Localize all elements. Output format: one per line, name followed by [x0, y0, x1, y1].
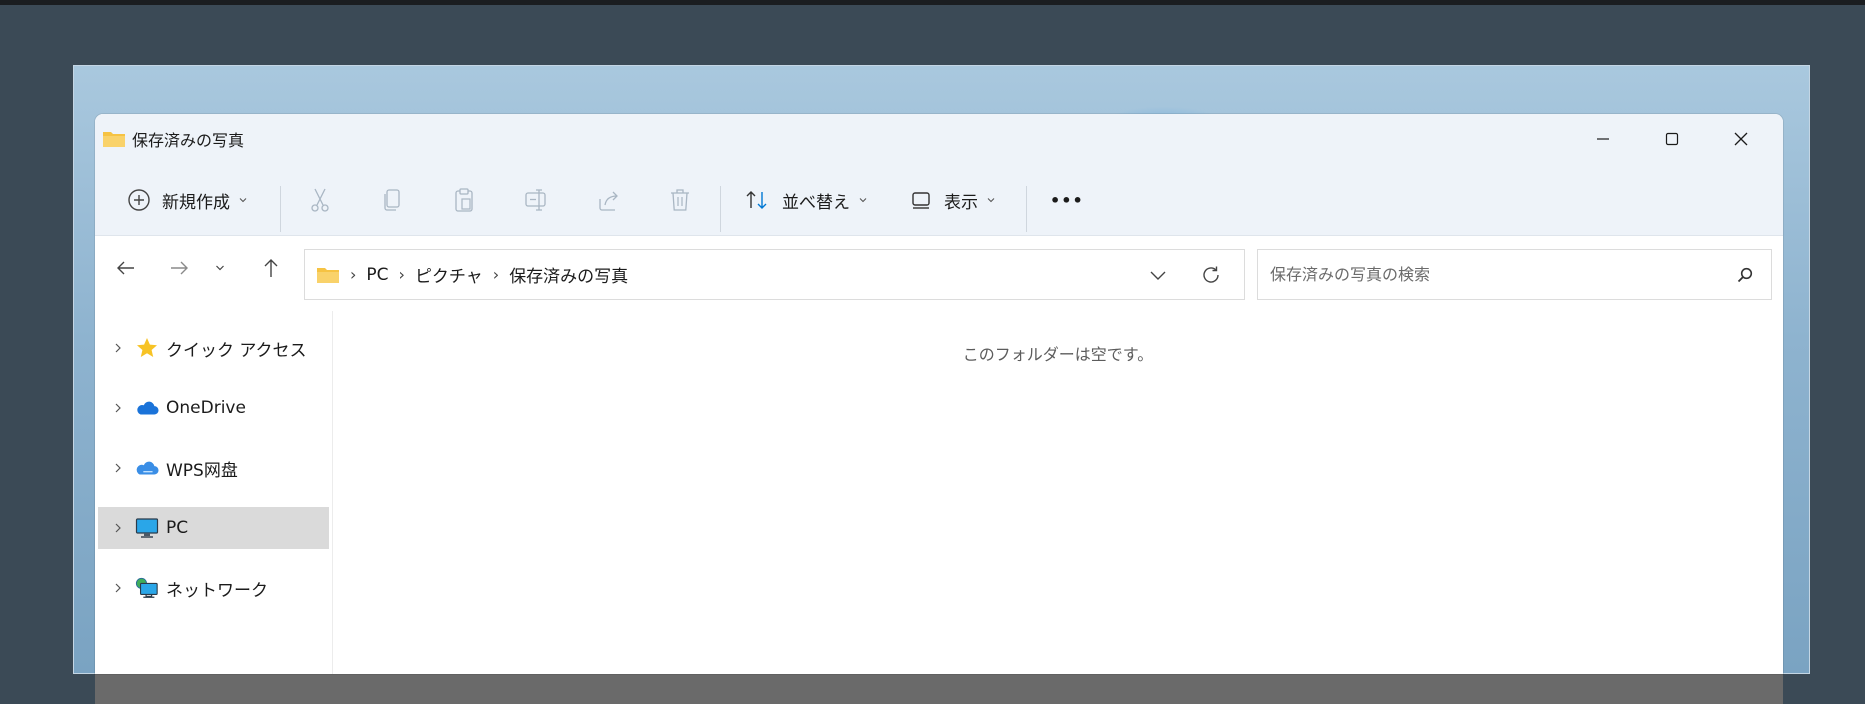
rename-icon [525, 189, 546, 211]
sidebar-item-label: PC [166, 518, 189, 538]
file-explorer-window: 保存済みの写真 新規作成 並べ替え 表示 ••• › PC › ピクチャ › 保… [95, 114, 1783, 674]
address-row: › PC › ピクチャ › 保存済みの写真 [95, 237, 1783, 300]
address-bar[interactable]: › PC › ピクチャ › 保存済みの写真 [304, 249, 1245, 300]
sort-button[interactable]: 並べ替え [744, 164, 868, 236]
sidebar-item-label: WPS网盘 [166, 460, 238, 481]
share-icon [599, 191, 618, 211]
chevron-down-icon [987, 198, 995, 203]
rename-button[interactable] [524, 164, 550, 236]
folder-icon [103, 132, 125, 147]
scissors-icon [311, 188, 329, 212]
delete-button[interactable] [668, 164, 692, 236]
chevron-right-icon[interactable] [110, 462, 126, 474]
sort-arrows-icon [746, 191, 767, 209]
share-button[interactable] [596, 164, 622, 236]
search-input[interactable] [1268, 264, 1712, 285]
breadcrumb-separator: › [398, 265, 405, 284]
chevron-right-icon[interactable] [110, 582, 126, 594]
sidebar-item-wps-cloud[interactable]: WPS网盘 [98, 447, 329, 489]
close-icon [1734, 132, 1748, 146]
arrow-right-icon [171, 261, 188, 275]
minimize-icon [1597, 138, 1609, 140]
star-icon [135, 336, 159, 360]
minimize-button[interactable] [1569, 114, 1637, 164]
sidebar-item-label: ネットワーク [166, 580, 268, 601]
up-button[interactable] [254, 237, 288, 299]
sidebar-item-label: OneDrive [166, 398, 246, 418]
address-history-button[interactable] [1141, 250, 1175, 299]
forward-button[interactable] [162, 237, 196, 299]
refresh-button[interactable] [1191, 250, 1231, 299]
breadcrumb-pc[interactable]: PC [366, 265, 388, 285]
copy-icon [384, 189, 400, 211]
clipboard-icon [455, 188, 473, 212]
view-button[interactable]: 表示 [910, 164, 996, 236]
chevron-down-icon [239, 198, 247, 203]
breadcrumb-separator: › [492, 265, 500, 284]
more-options-button[interactable]: ••• [1050, 164, 1084, 236]
sidebar-item-network[interactable]: ネットワーク [98, 567, 329, 609]
window-bottom-shadow [95, 674, 1783, 704]
new-button[interactable]: 新規作成 [127, 164, 248, 236]
paste-button[interactable] [452, 164, 476, 236]
trash-icon [671, 189, 689, 211]
plus-circle-icon [128, 189, 150, 211]
refresh-icon [1203, 266, 1219, 283]
cut-button[interactable] [308, 164, 332, 236]
maximize-icon [1665, 132, 1679, 146]
toolbar-divider [1026, 186, 1027, 232]
chevron-down-icon [1150, 271, 1166, 280]
sort-button-label: 並べ替え [782, 192, 850, 213]
arrow-up-icon [264, 259, 278, 277]
toolbar-divider [280, 186, 281, 232]
breadcrumb-saved-pictures[interactable]: 保存済みの写真 [509, 262, 628, 287]
breadcrumb-separator: › [350, 265, 357, 284]
toolbar-divider [720, 186, 721, 232]
search-box [1257, 249, 1772, 300]
chevron-right-icon[interactable] [110, 402, 126, 414]
close-button[interactable] [1707, 114, 1775, 164]
search-icon[interactable] [1736, 266, 1754, 284]
network-icon [135, 576, 159, 600]
sidebar-item-onedrive[interactable]: OneDrive [98, 387, 329, 429]
view-button-label: 表示 [944, 192, 978, 213]
more-options-icon: ••• [1050, 190, 1084, 210]
chevron-right-icon[interactable] [110, 342, 126, 354]
wps-cloud-icon [135, 456, 159, 480]
new-button-label: 新規作成 [162, 192, 230, 213]
copy-button[interactable] [380, 164, 404, 236]
screen-top-bar [0, 0, 1865, 5]
chevron-down-icon [859, 198, 867, 203]
navigation-pane: クイック アクセス OneDrive WPS网盘 PC ネットワーク [95, 311, 333, 674]
title-bar: 保存済みの写真 [95, 114, 1783, 164]
arrow-left-icon [117, 261, 134, 275]
window-title: 保存済みの写真 [132, 131, 245, 150]
command-bar: 新規作成 並べ替え 表示 ••• [95, 164, 1783, 236]
folder-icon [317, 267, 339, 283]
file-list-area[interactable]: このフォルダーは空です。 [333, 311, 1783, 674]
cloud-icon [135, 396, 159, 420]
chevron-down-icon [216, 265, 224, 271]
sidebar-item-pc[interactable]: PC [98, 507, 329, 549]
view-layout-icon [912, 192, 930, 209]
maximize-button[interactable] [1638, 114, 1706, 164]
sidebar-item-label: クイック アクセス [166, 340, 307, 361]
back-button[interactable] [109, 237, 143, 299]
empty-folder-message: このフォルダーは空です。 [962, 345, 1154, 364]
sidebar-item-quick-access[interactable]: クイック アクセス [98, 327, 329, 369]
monitor-icon [135, 516, 159, 540]
breadcrumb-pictures[interactable]: ピクチャ [415, 262, 483, 287]
recent-locations-button[interactable] [208, 237, 232, 299]
chevron-right-icon[interactable] [110, 522, 126, 534]
